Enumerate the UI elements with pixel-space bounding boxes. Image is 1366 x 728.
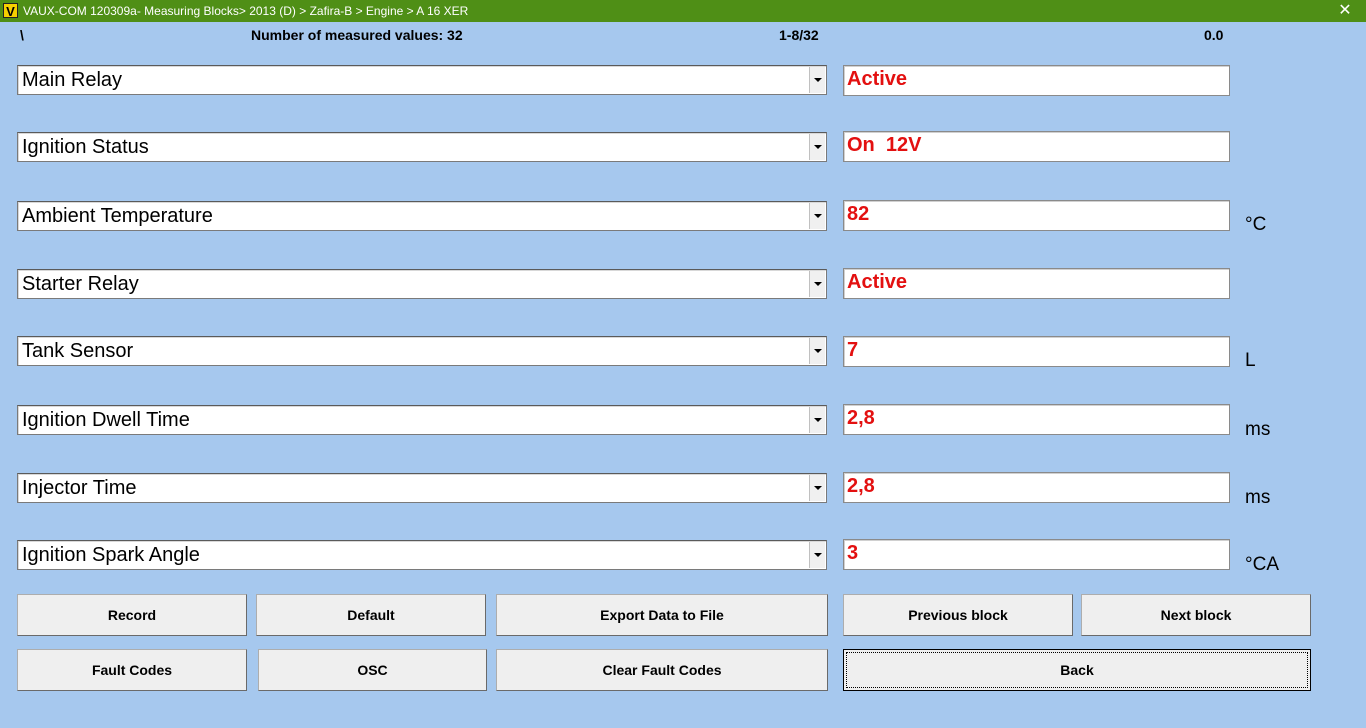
chevron-down-icon[interactable] <box>809 271 825 297</box>
parameter-select-4[interactable]: Starter Relay <box>17 269 827 299</box>
chevron-down-icon[interactable] <box>809 67 825 93</box>
osc-button[interactable]: OSC <box>258 649 487 691</box>
parameter-label: Ambient Temperature <box>22 205 213 227</box>
value-field-6: 2,8 <box>843 404 1230 435</box>
unit-label-5: L <box>1245 350 1256 371</box>
unit-label-8: °CA <box>1245 554 1279 575</box>
next-block-button[interactable]: Next block <box>1081 594 1311 636</box>
default-button[interactable]: Default <box>256 594 486 636</box>
export-data-button[interactable]: Export Data to File <box>496 594 828 636</box>
chevron-down-icon[interactable] <box>809 475 825 501</box>
value-text: 2,8 <box>847 407 875 429</box>
value-text: Active <box>847 271 908 293</box>
value-text: 82 <box>847 203 870 225</box>
parameter-label: Tank Sensor <box>22 340 134 362</box>
chevron-down-icon[interactable] <box>809 338 825 364</box>
parameter-select-3[interactable]: Ambient Temperature <box>17 201 827 231</box>
page-indicator: 1-8/32 <box>779 27 819 43</box>
parameter-label: Injector Time <box>22 477 137 499</box>
chevron-down-icon[interactable] <box>809 407 825 433</box>
close-button[interactable]: ✕ <box>1332 1 1358 21</box>
parameter-label: Starter Relay <box>22 273 139 295</box>
back-button[interactable]: Back <box>843 649 1311 691</box>
header-value: 0.0 <box>1204 27 1224 43</box>
chevron-down-icon[interactable] <box>809 542 825 568</box>
title-bar: V VAUX-COM 120309a- Measuring Blocks> 20… <box>0 0 1366 22</box>
unit-label-6: ms <box>1245 419 1271 440</box>
value-field-1: Active <box>843 65 1230 96</box>
value-text: Active <box>847 68 908 90</box>
parameter-label: Ignition Status <box>22 136 149 158</box>
value-field-8: 3 <box>843 539 1230 570</box>
value-field-3: 82 <box>843 200 1230 231</box>
value-text: 3 <box>847 542 859 564</box>
unit-label-3: °C <box>1245 214 1267 235</box>
parameter-select-7[interactable]: Injector Time <box>17 473 827 503</box>
app-logo-icon: V <box>3 3 18 19</box>
measured-count: Number of measured values: 32 <box>251 27 463 43</box>
chevron-down-icon[interactable] <box>809 203 825 229</box>
parameter-select-2[interactable]: Ignition Status <box>17 132 827 162</box>
chevron-down-icon[interactable] <box>809 134 825 160</box>
record-button[interactable]: Record <box>17 594 247 636</box>
value-field-5: 7 <box>843 336 1230 367</box>
unit-label-7: ms <box>1245 487 1271 508</box>
value-field-2: On 12V <box>843 131 1230 162</box>
value-field-7: 2,8 <box>843 472 1230 503</box>
window-title: VAUX-COM 120309a- Measuring Blocks> 2013… <box>23 4 469 18</box>
clear-fault-codes-button[interactable]: Clear Fault Codes <box>496 649 828 691</box>
fault-codes-button[interactable]: Fault Codes <box>17 649 247 691</box>
parameter-label: Ignition Dwell Time <box>22 409 190 431</box>
parameter-select-6[interactable]: Ignition Dwell Time <box>17 405 827 435</box>
status-indicator: \ <box>20 27 24 43</box>
parameter-label: Main Relay <box>22 69 123 91</box>
value-text: On 12V <box>847 134 922 156</box>
previous-block-button[interactable]: Previous block <box>843 594 1073 636</box>
parameter-label: Ignition Spark Angle <box>22 544 200 566</box>
value-field-4: Active <box>843 268 1230 299</box>
value-text: 2,8 <box>847 475 875 497</box>
parameter-select-1[interactable]: Main Relay <box>17 65 827 95</box>
parameter-select-8[interactable]: Ignition Spark Angle <box>17 540 827 570</box>
value-text: 7 <box>847 339 859 361</box>
parameter-select-5[interactable]: Tank Sensor <box>17 336 827 366</box>
